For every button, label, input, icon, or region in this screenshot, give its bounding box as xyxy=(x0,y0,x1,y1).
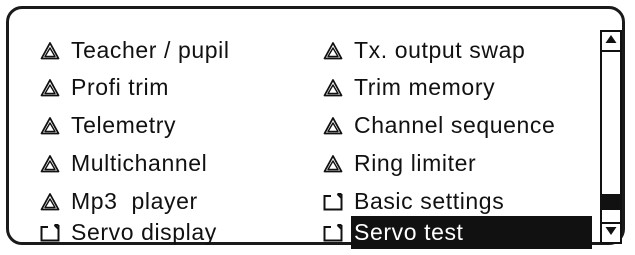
menu-item-label: Mp3 player xyxy=(71,188,198,214)
menu-item-label: Basic settings xyxy=(354,188,505,214)
menu-item-basic-settings[interactable]: Basic settings xyxy=(322,185,504,218)
scroll-down-button[interactable] xyxy=(600,222,622,244)
menu-item-label: Profi trim xyxy=(71,74,169,100)
menu-item-servo-display[interactable]: Servo display xyxy=(39,216,217,249)
warning-icon xyxy=(39,191,61,213)
menu-item-label: Servo display xyxy=(71,219,217,245)
menu-item-multichannel[interactable]: Multichannel xyxy=(39,147,207,180)
menu-item-label: Channel sequence xyxy=(354,112,556,138)
return-icon xyxy=(322,222,344,244)
menu-item-profi-trim[interactable]: Profi trim xyxy=(39,71,169,104)
return-icon xyxy=(322,191,344,213)
menu-item-servo-test[interactable]: Servo test xyxy=(322,216,592,249)
menu-item-label: Tx. output swap xyxy=(354,37,526,63)
menu-item-label: Multichannel xyxy=(71,150,208,176)
menu-item-teacher-pupil[interactable]: Teacher / pupil xyxy=(39,34,230,67)
menu-item-label: Teacher / pupil xyxy=(71,37,230,63)
menu-item-trim-memory[interactable]: Trim memory xyxy=(322,71,495,104)
menu-item-label: Trim memory xyxy=(354,74,496,100)
warning-icon xyxy=(39,115,61,137)
menu-item-label: Telemetry xyxy=(71,112,177,138)
return-icon xyxy=(39,222,61,244)
menu-item-telemetry[interactable]: Telemetry xyxy=(39,109,176,142)
menu-item-channel-sequence[interactable]: Channel sequence xyxy=(322,109,555,142)
warning-icon xyxy=(39,77,61,99)
scrollbar[interactable] xyxy=(600,30,622,244)
warning-icon xyxy=(322,40,344,62)
arrow-down-icon xyxy=(604,224,618,242)
menu-item-tx-output-swap[interactable]: Tx. output swap xyxy=(322,34,525,67)
menu-item-label: Servo test xyxy=(351,216,592,249)
warning-icon xyxy=(322,77,344,99)
arrow-up-icon xyxy=(604,32,618,50)
menu-item-mp3-player[interactable]: Mp3 player xyxy=(39,185,198,218)
menu-item-label: Ring limiter xyxy=(354,150,477,176)
menu-item-ring-limiter[interactable]: Ring limiter xyxy=(322,147,476,180)
scroll-track[interactable] xyxy=(600,52,622,222)
warning-icon xyxy=(39,40,61,62)
scroll-up-button[interactable] xyxy=(600,30,622,52)
warning-icon xyxy=(39,153,61,175)
menu-frame: Teacher / pupil Tx. output swap Profi tr… xyxy=(6,6,625,249)
scroll-thumb[interactable] xyxy=(602,194,620,210)
warning-icon xyxy=(322,115,344,137)
warning-icon xyxy=(322,153,344,175)
